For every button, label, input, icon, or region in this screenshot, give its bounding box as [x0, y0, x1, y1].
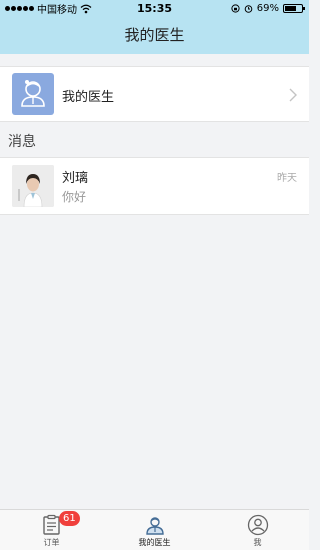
page-title: 我的医生 — [124, 26, 185, 44]
doctor-photo-icon — [12, 165, 54, 207]
chevron-right-icon — [289, 88, 297, 102]
doctor-avatar — [12, 73, 54, 115]
tab-my-doctor[interactable]: 我的医生 — [103, 510, 206, 550]
doctor-icon — [145, 517, 164, 535]
battery-icon — [283, 4, 305, 13]
battery-percent: 69% — [256, 3, 279, 14]
tab-orders-label: 订单 — [43, 538, 60, 547]
rotation-lock-icon — [231, 4, 240, 13]
messages-section-title: 消息 — [8, 134, 36, 150]
tab-bar: 61 订单 我的医生 我 — [0, 509, 309, 550]
doctor-icon — [21, 80, 45, 107]
battery-fill — [285, 6, 297, 11]
avatar — [12, 165, 54, 207]
message-list-item[interactable]: 刘璃 你好 昨天 — [0, 157, 309, 215]
status-right: 69% — [231, 2, 305, 15]
message-preview: 你好 — [62, 190, 87, 204]
order-count-badge: 61 — [59, 511, 80, 526]
alarm-icon — [244, 5, 253, 13]
tab-my-doctor-label: 我的医生 — [138, 538, 171, 547]
my-doctor-row[interactable]: 我的医生 — [0, 66, 309, 122]
message-time: 昨天 — [277, 173, 297, 184]
profile-icon — [247, 514, 268, 536]
status-bar: 中国移动 15:35 69% — [0, 0, 309, 18]
message-sender-name: 刘璃 — [62, 171, 89, 186]
tab-me-label: 我 — [253, 538, 262, 547]
header: 中国移动 15:35 69% 我的医生 — [0, 0, 309, 54]
my-doctor-label: 我的医生 — [62, 90, 115, 105]
tab-me[interactable]: 我 — [206, 510, 309, 550]
app-screen: 中国移动 15:35 69% 我的医生 我的医生 消息 刘璃 你好 昨天 61 … — [0, 0, 309, 550]
tab-orders[interactable]: 61 订单 — [0, 510, 103, 550]
